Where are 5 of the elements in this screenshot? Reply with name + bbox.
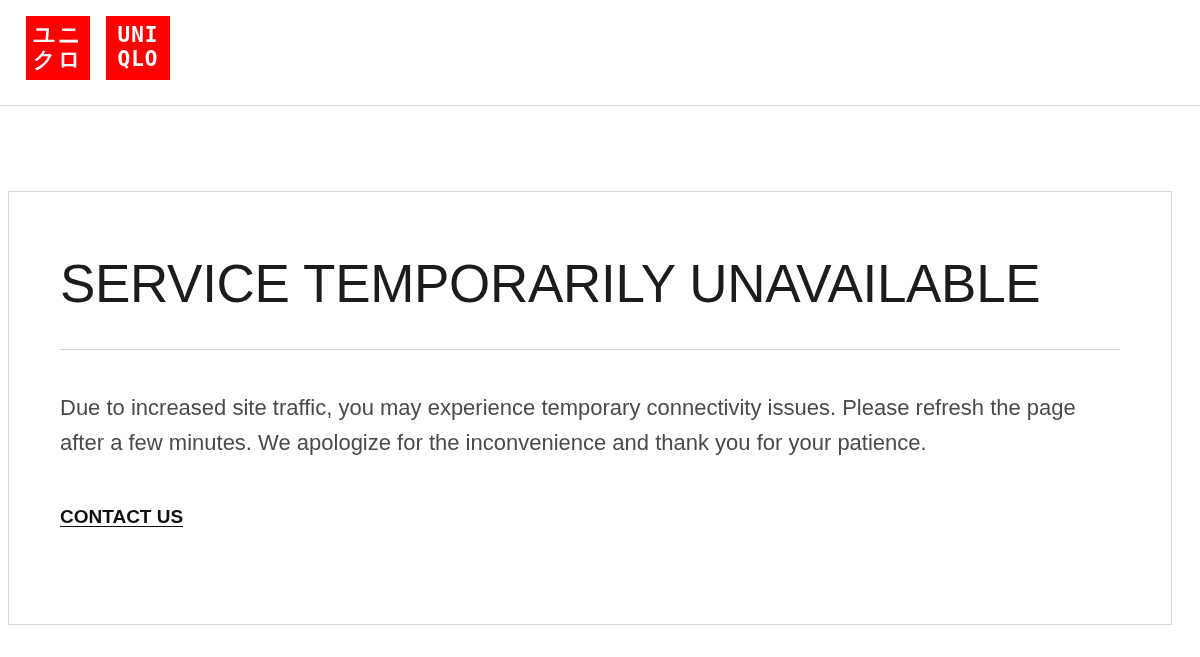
notice-message: Due to increased site traffic, you may experience temporary connectivity issues. Please refresh the page after a few minutes. We apologize for the inconvenience and thank you for your patience. bbox=[60, 394, 1077, 457]
latin-logo: UNI QLO bbox=[106, 16, 170, 80]
katakana-logo: ユニ クロ bbox=[26, 16, 90, 80]
notice-title: SERVICE TEMPORARILY UNAVAILABLE bbox=[60, 254, 1042, 314]
contact-us-link[interactable]: CONTACT US bbox=[60, 506, 184, 528]
